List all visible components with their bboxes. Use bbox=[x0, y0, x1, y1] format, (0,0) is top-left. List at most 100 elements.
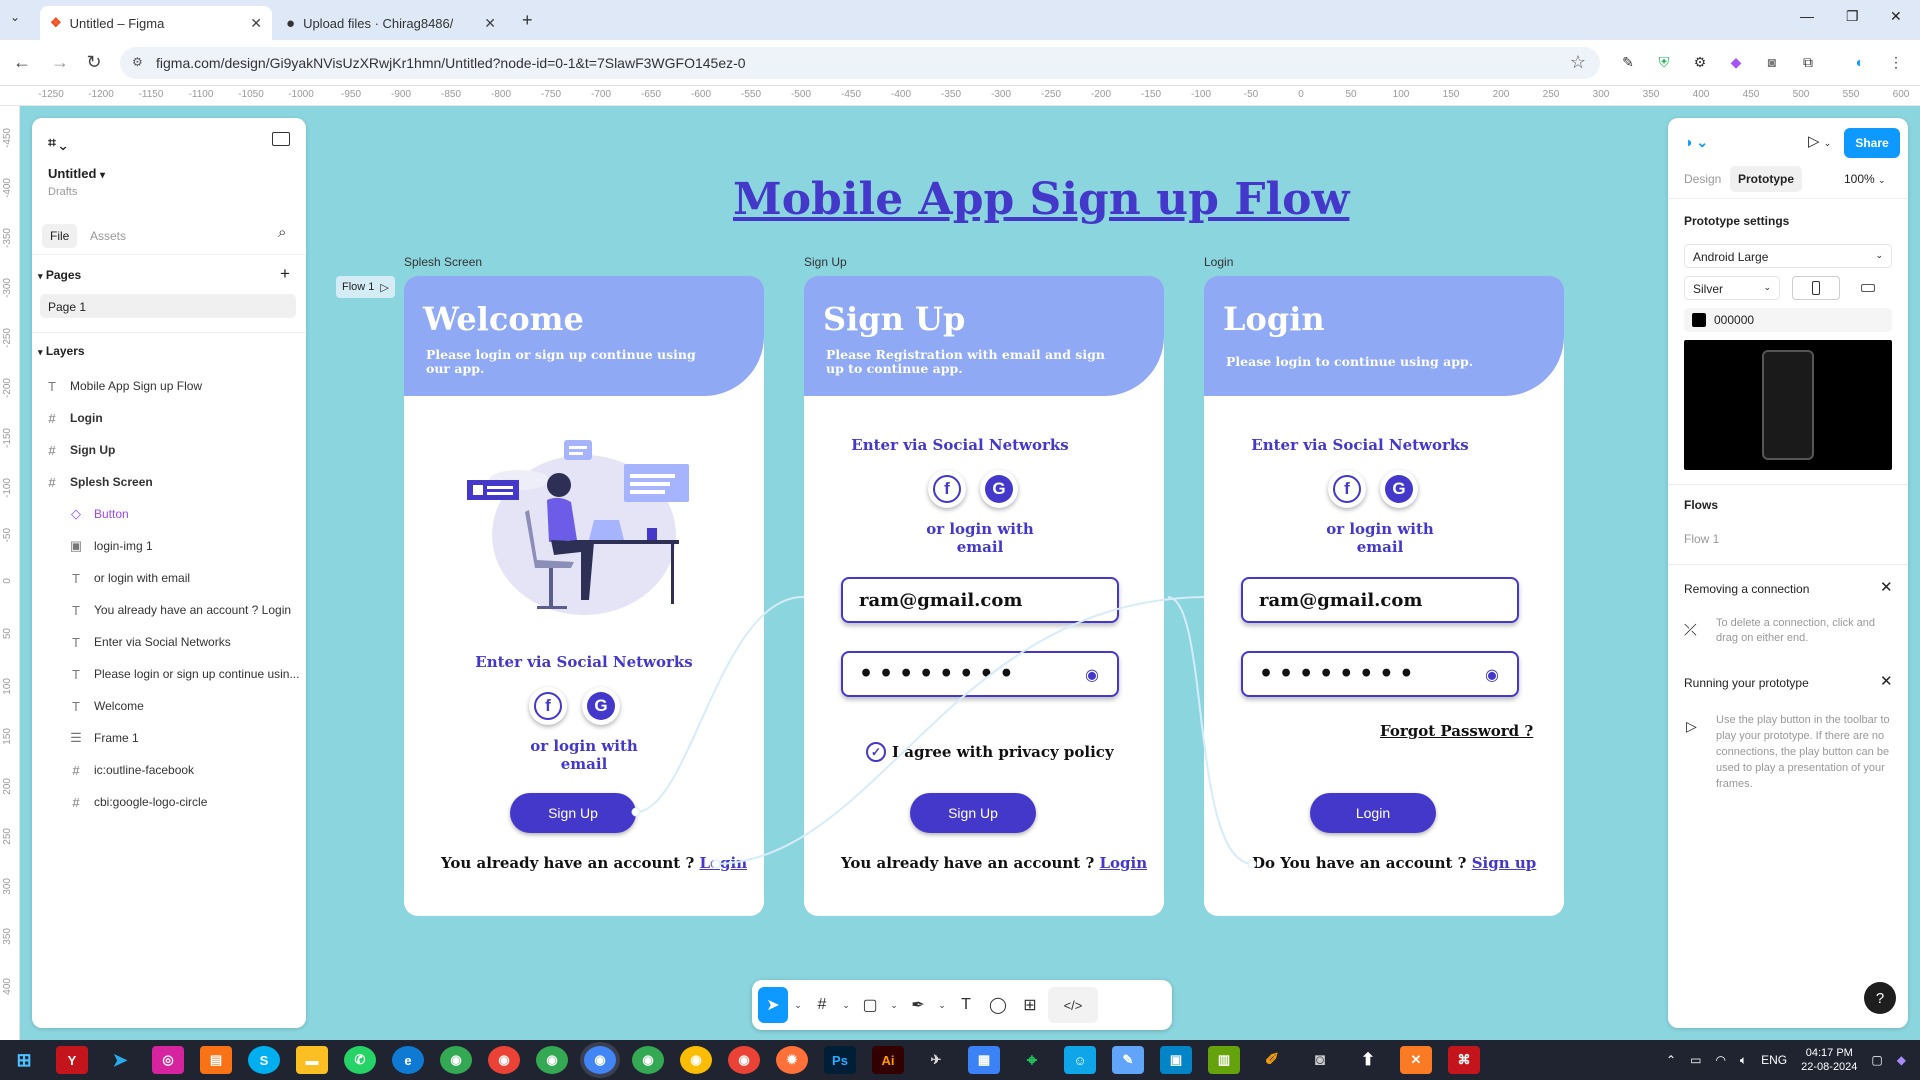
volume-icon[interactable]: 🔈︎ bbox=[1740, 1053, 1747, 1068]
close-icon[interactable]: ✕ bbox=[1880, 672, 1893, 690]
xampp-icon[interactable]: ✕ bbox=[1400, 1046, 1432, 1074]
site-info-icon[interactable]: ⚙ bbox=[132, 55, 143, 69]
frame-label-splash[interactable]: Splesh Screen bbox=[404, 255, 482, 269]
google-button[interactable]: G bbox=[1380, 470, 1418, 508]
minimize-icon[interactable]: — bbox=[1800, 8, 1814, 24]
layer-item[interactable]: ☰ Frame 1 bbox=[32, 722, 306, 754]
password-field[interactable]: •••••••• ◉ bbox=[841, 651, 1119, 697]
chrome-icon[interactable]: ◉ bbox=[680, 1046, 712, 1074]
app-icon-notes[interactable]: ✎ bbox=[1112, 1046, 1144, 1074]
url-field[interactable]: ⚙ figma.com/design/Gi9yakNVisUzXRwjKr1hm… bbox=[120, 47, 1600, 79]
profile-icon[interactable]: ◐ bbox=[1850, 52, 1870, 72]
tab-github[interactable]: ● Upload files · Chirag8486/Code ✕ bbox=[276, 6, 506, 40]
page-item-page-1[interactable]: Page 1 bbox=[40, 294, 296, 318]
sign-up-frame[interactable]: Sign Up Please Registration with email a… bbox=[804, 276, 1164, 916]
restore-icon[interactable]: ❐ bbox=[1846, 8, 1859, 25]
app-icon-paint[interactable]: ✐ bbox=[1256, 1046, 1288, 1074]
tab-figma[interactable]: ❖ Untitled – Figma ✕ bbox=[40, 6, 272, 40]
text-tool-icon[interactable]: T bbox=[952, 987, 980, 1023]
maps-icon[interactable]: ⌖ bbox=[1016, 1046, 1048, 1074]
file-explorer-icon[interactable]: ▬ bbox=[296, 1046, 328, 1074]
eyedropper-extension-icon[interactable]: ✎ bbox=[1618, 52, 1638, 72]
illustrator-icon[interactable]: Ai bbox=[872, 1046, 904, 1074]
splash-screen-frame[interactable]: Welcome Please login or sign up continue… bbox=[404, 276, 764, 916]
device-select[interactable]: Android Large ⌄ bbox=[1684, 244, 1892, 268]
acrobat-icon[interactable]: ⌘ bbox=[1448, 1046, 1480, 1074]
privacy-agreement[interactable]: ✓ I agree with privacy policy bbox=[866, 742, 1114, 762]
eye-icon[interactable]: ◉ bbox=[1485, 665, 1499, 684]
layer-item[interactable]: T Mobile App Sign up Flow bbox=[32, 370, 306, 402]
add-page-icon[interactable]: + bbox=[280, 264, 290, 284]
layer-item[interactable]: T Please login or sign up continue usin..… bbox=[32, 658, 306, 690]
firefox-icon[interactable]: ✹ bbox=[776, 1046, 808, 1074]
google-button[interactable]: G bbox=[980, 470, 1018, 508]
layers-heading[interactable]: ▾ Layers bbox=[38, 344, 85, 358]
file-name[interactable]: Untitled ▾ bbox=[48, 166, 105, 181]
login-link[interactable]: Login bbox=[1099, 854, 1147, 872]
pages-heading[interactable]: ▾ Pages bbox=[38, 268, 81, 282]
google-button[interactable]: G bbox=[582, 687, 620, 725]
tab-file[interactable]: File bbox=[42, 224, 78, 248]
layer-item[interactable]: T Enter via Social Networks bbox=[32, 626, 306, 658]
chrome-icon[interactable]: ◉ bbox=[488, 1046, 520, 1074]
frame-tool-icon[interactable]: # bbox=[808, 987, 836, 1023]
app-icon-store[interactable]: ▣ bbox=[1160, 1046, 1192, 1074]
frame-tool-chevron-icon[interactable]: ⌄ bbox=[840, 987, 852, 1023]
sign-up-link[interactable]: Sign up bbox=[1472, 854, 1537, 872]
flow-item[interactable]: Flow 1 bbox=[1684, 532, 1719, 546]
play-flow-icon[interactable]: ▷ bbox=[380, 281, 388, 294]
close-window-icon[interactable]: ✕ bbox=[1890, 8, 1902, 25]
photoshop-icon[interactable]: Ps bbox=[824, 1046, 856, 1074]
layer-item[interactable]: T You already have an account ? Login bbox=[32, 594, 306, 626]
chrome-icon[interactable]: ◉ bbox=[632, 1046, 664, 1074]
move-tool-icon[interactable]: ➤ bbox=[758, 987, 788, 1023]
search-icon[interactable]: ⌕ bbox=[278, 224, 286, 241]
resources-tool-icon[interactable]: ⊞ bbox=[1016, 987, 1044, 1023]
app-icon-figma-like[interactable]: ⬆ bbox=[1352, 1046, 1384, 1074]
camera-extension-icon[interactable]: ◙ bbox=[1762, 52, 1782, 72]
check-circle-icon[interactable]: ✓ bbox=[866, 742, 886, 762]
copilot-icon[interactable]: ◆ bbox=[1897, 1053, 1906, 1067]
tab-assets[interactable]: Assets bbox=[90, 229, 126, 243]
new-tab-icon[interactable]: + bbox=[522, 10, 533, 31]
portrait-toggle[interactable] bbox=[1792, 276, 1840, 300]
tab-list-chevron-icon[interactable]: ⌄ bbox=[10, 10, 20, 24]
layer-item[interactable]: ▣ login-img 1 bbox=[32, 530, 306, 562]
whatsapp-icon[interactable]: ✆ bbox=[344, 1046, 376, 1074]
extension-icon[interactable]: ⚙ bbox=[1690, 52, 1710, 72]
chrome-icon[interactable]: ◉ bbox=[536, 1046, 568, 1074]
shape-tool-chevron-icon[interactable]: ⌄ bbox=[888, 987, 900, 1023]
sign-up-button[interactable]: Sign Up bbox=[510, 793, 636, 833]
edge-icon[interactable]: e bbox=[392, 1046, 424, 1074]
layer-item[interactable]: # Sign Up bbox=[32, 434, 306, 466]
notifications-icon[interactable]: ▢ bbox=[1871, 1053, 1882, 1067]
login-link[interactable]: Login bbox=[699, 854, 747, 872]
shield-extension-icon[interactable]: ⛨ bbox=[1654, 52, 1674, 72]
language-indicator[interactable]: ENG bbox=[1761, 1053, 1787, 1067]
layer-item[interactable]: Tor login with email bbox=[32, 562, 306, 594]
share-button[interactable]: Share bbox=[1844, 128, 1900, 158]
layer-item[interactable]: ◇ Button bbox=[32, 498, 306, 530]
layer-item[interactable]: # Login bbox=[32, 402, 306, 434]
facebook-button[interactable]: f bbox=[1328, 470, 1366, 508]
windows-start-icon[interactable]: ⊞ bbox=[8, 1046, 40, 1074]
pen-tool-icon[interactable]: ✒ bbox=[904, 987, 932, 1023]
email-field[interactable]: ram@gmail.com bbox=[1241, 577, 1519, 623]
telegram-icon[interactable]: ➤ bbox=[104, 1046, 136, 1074]
layer-item[interactable]: # cbi:google-logo-circle bbox=[32, 786, 306, 818]
chevron-up-icon[interactable]: ⌃ bbox=[1666, 1053, 1676, 1067]
model-select[interactable]: Silver ⌄ bbox=[1684, 276, 1780, 300]
browser-menu-icon[interactable]: ⋮ bbox=[1886, 52, 1906, 72]
background-color[interactable]: 000000 bbox=[1684, 308, 1892, 332]
chrome-icon[interactable]: ◉ bbox=[728, 1046, 760, 1074]
flow-badge[interactable]: Flow 1 ▷ bbox=[336, 276, 395, 298]
calculator-icon[interactable]: ▦ bbox=[968, 1046, 1000, 1074]
app-icon-books[interactable]: ▥ bbox=[1208, 1046, 1240, 1074]
chrome-active-icon[interactable]: ◉ bbox=[584, 1046, 616, 1074]
dev-mode-toggle-icon[interactable]: </> bbox=[1048, 987, 1098, 1023]
landscape-toggle[interactable] bbox=[1844, 276, 1892, 300]
layer-item[interactable]: T Welcome bbox=[32, 690, 306, 722]
close-tab-icon[interactable]: ✕ bbox=[484, 15, 496, 32]
puzzle-extensions-icon[interactable]: ⧉ bbox=[1798, 52, 1818, 72]
forward-icon[interactable]: → bbox=[48, 52, 72, 73]
